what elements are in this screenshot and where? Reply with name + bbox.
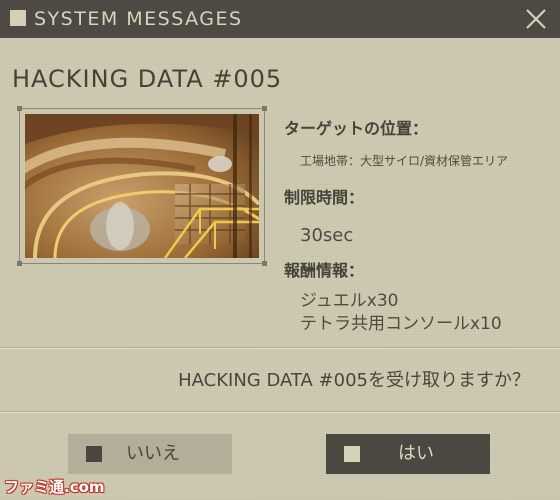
time-limit-value: 30sec	[300, 225, 354, 246]
message-heading: HACKING DATA #005	[12, 65, 283, 93]
divider-highlight	[0, 348, 560, 349]
watermark-logo: ファミ通.com	[4, 478, 105, 496]
no-button-square-icon	[86, 446, 102, 462]
title-bar: SYSTEM MESSAGES	[0, 0, 560, 38]
location-label: ターゲットの位置：	[284, 119, 429, 138]
close-icon[interactable]	[522, 5, 550, 33]
system-message-dialog: SYSTEM MESSAGES HACKING DATA #005 ターゲットの…	[0, 0, 560, 500]
window-title: SYSTEM MESSAGES	[34, 8, 243, 30]
no-button-label: いいえ	[126, 443, 180, 464]
title-square-icon	[10, 10, 26, 26]
reward-item: ジュエルx30	[300, 291, 399, 311]
time-limit-label: 制限時間：	[284, 188, 365, 207]
reward-item: テトラ共用コンソールx10	[300, 314, 502, 334]
no-button[interactable]: いいえ	[68, 434, 232, 474]
divider-highlight	[0, 412, 560, 413]
frame-corner	[262, 106, 267, 111]
target-image-frame	[17, 106, 267, 266]
target-location-image	[25, 114, 259, 258]
yes-button-square-icon	[344, 446, 360, 462]
frame-corner	[17, 261, 22, 266]
confirm-question: HACKING DATA #005を受け取りますか？	[178, 370, 530, 391]
yes-button[interactable]: はい	[326, 434, 490, 474]
frame-corner	[262, 261, 267, 266]
reward-label: 報酬情報：	[284, 261, 365, 280]
frame-corner	[17, 106, 22, 111]
location-value: 工場地帯：大型サイロ/資材保管エリア	[300, 154, 509, 168]
yes-button-label: はい	[398, 443, 434, 464]
